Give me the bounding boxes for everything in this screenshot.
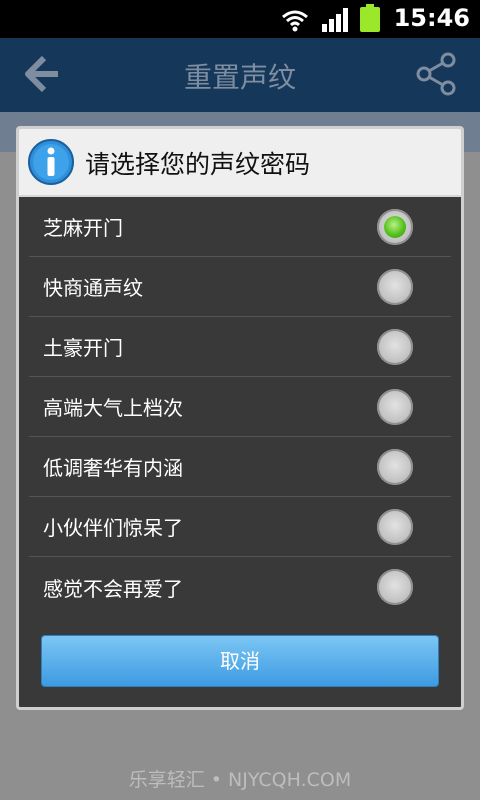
option-item[interactable]: 高端大气上档次 [29, 377, 451, 437]
option-label: 小伙伴们惊呆了 [43, 516, 183, 540]
option-list: 芝麻开门 快商通声纹 土豪开门 高端大气上档次 低调奢华有内涵 小伙伴们惊呆了 … [19, 197, 461, 617]
option-item[interactable]: 土豪开门 [29, 317, 451, 377]
option-label: 土豪开门 [43, 336, 123, 360]
radio-button[interactable] [377, 389, 413, 425]
option-item[interactable]: 感觉不会再爱了 [29, 557, 451, 617]
dialog-header: 请选择您的声纹密码 [19, 129, 461, 197]
voiceprint-select-dialog: 请选择您的声纹密码 芝麻开门 快商通声纹 土豪开门 高端大气上档次 低调奢华有内… [16, 126, 464, 710]
option-label: 低调奢华有内涵 [43, 456, 183, 480]
option-label: 快商通声纹 [43, 276, 143, 300]
radio-button[interactable] [377, 569, 413, 605]
option-label: 感觉不会再爱了 [43, 576, 183, 601]
status-bar: 15:46 [0, 0, 480, 38]
footer-watermark: 乐享轻汇 • NJYCQH.COM [128, 769, 352, 791]
option-item[interactable]: 芝麻开门 [29, 197, 451, 257]
dialog-title: 请选择您的声纹密码 [85, 150, 311, 179]
page-title: 重置声纹 [183, 61, 296, 94]
option-item[interactable]: 快商通声纹 [29, 257, 451, 317]
share-icon [416, 52, 456, 96]
radio-button[interactable] [377, 509, 413, 545]
share-button[interactable] [414, 52, 458, 100]
radio-dot-icon [384, 216, 406, 238]
status-icons [280, 4, 380, 32]
radio-button[interactable] [377, 329, 413, 365]
option-label: 芝麻开门 [43, 216, 123, 240]
option-label: 高端大气上档次 [43, 396, 183, 420]
cancel-button[interactable]: 取消 [41, 635, 439, 687]
radio-button[interactable] [377, 449, 413, 485]
radio-button[interactable] [377, 269, 413, 305]
radio-button-selected[interactable] [377, 209, 413, 245]
info-icon [28, 139, 74, 185]
status-time: 15:46 [393, 4, 470, 32]
battery-icon [360, 4, 380, 32]
option-item[interactable]: 小伙伴们惊呆了 [29, 497, 451, 557]
signal-icon [322, 8, 348, 32]
wifi-icon [282, 10, 308, 32]
app-bar: 重置声纹 [0, 38, 480, 112]
option-item[interactable]: 低调奢华有内涵 [29, 437, 451, 497]
